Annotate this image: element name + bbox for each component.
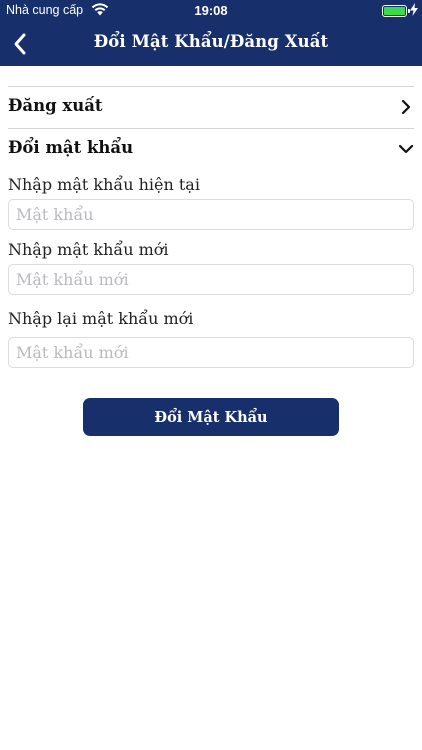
chevron-left-icon: [14, 33, 26, 55]
chevron-right-icon: [401, 99, 411, 115]
logout-row[interactable]: Đăng xuất: [8, 87, 414, 127]
change-password-row[interactable]: Đổi mật khẩu: [8, 129, 414, 169]
logout-label: Đăng xuất: [8, 96, 103, 115]
header-bar: Nhà cung cấp 19:08 Đổi Mật Khẩu/Đăng Xuấ…: [0, 0, 422, 66]
status-time: 19:08: [194, 3, 228, 18]
change-password-button[interactable]: Đổi Mật Khẩu: [83, 398, 339, 436]
charging-bolt-icon: [410, 3, 418, 16]
new-password-input[interactable]: [8, 264, 414, 295]
change-password-label: Đổi mật khẩu: [8, 138, 134, 157]
new-password-label: Nhập mật khẩu mới: [8, 240, 169, 259]
battery-icon: [382, 5, 410, 17]
current-password-label: Nhập mật khẩu hiện tại: [8, 175, 200, 194]
confirm-password-input[interactable]: [8, 337, 414, 368]
chevron-down-icon: [398, 144, 414, 154]
page-title: Đổi Mật Khẩu/Đăng Xuất: [93, 32, 329, 51]
back-button[interactable]: [8, 30, 32, 58]
status-bar: Nhà cung cấp 19:08: [0, 0, 422, 22]
navigation-bar: Đổi Mật Khẩu/Đăng Xuất: [0, 22, 422, 66]
current-password-input[interactable]: [8, 199, 414, 230]
confirm-password-label: Nhập lại mật khẩu mới: [8, 309, 194, 328]
